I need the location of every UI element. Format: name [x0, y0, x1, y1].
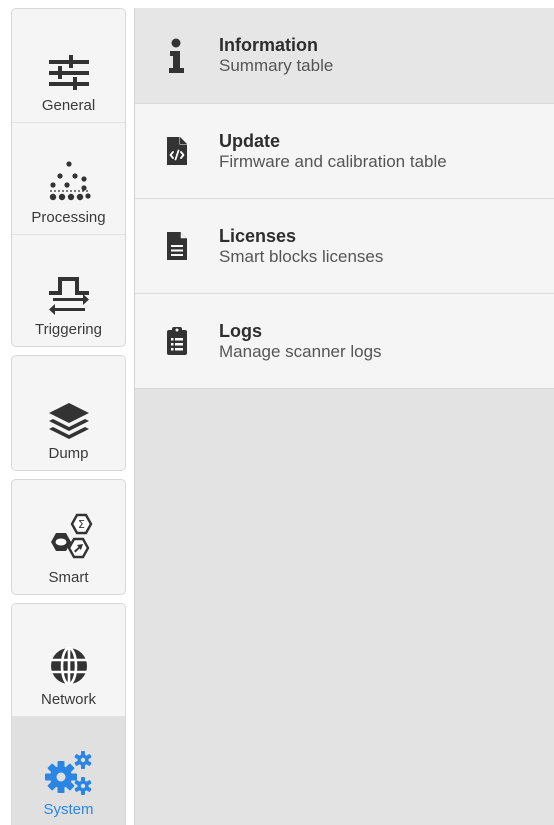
list-item-title: Logs	[219, 320, 262, 341]
system-panel: Information Summary table Update Firmwar…	[134, 8, 554, 825]
sliders-icon	[47, 53, 91, 93]
list-item-licenses[interactable]: Licenses Smart blocks licenses	[135, 198, 554, 293]
list-item-title: Update	[219, 130, 281, 151]
svg-text:Σ: Σ	[78, 518, 85, 531]
gears-icon	[43, 749, 95, 797]
list-item-update[interactable]: Update Firmware and calibration table	[135, 103, 554, 198]
sidebar-item-label: Smart	[48, 569, 89, 586]
sidebar-item-label: Triggering	[35, 321, 102, 338]
clipboard-list-icon	[135, 326, 219, 356]
sidebar-item-label: System	[43, 801, 94, 818]
list-item-subtitle: Smart blocks licenses	[219, 246, 384, 266]
list-item-title: Licenses	[219, 225, 297, 246]
list-item-subtitle: Manage scanner logs	[219, 341, 382, 361]
sidebar-group-acquisition: General Processing Triggering	[11, 8, 126, 347]
sidebar-group-device: Network System	[11, 603, 126, 825]
sidebar: General Processing Triggering Dump Σ Sma…	[11, 8, 126, 825]
list-item-title: Information	[219, 35, 318, 55]
list-item-information[interactable]: Information Summary table	[135, 8, 554, 103]
sidebar-item-label: Dump	[48, 445, 89, 462]
sidebar-item-smart[interactable]: Σ Smart	[12, 480, 125, 594]
pulse-icon	[47, 273, 91, 317]
app-window: General Processing Triggering Dump Σ Sma…	[0, 0, 554, 825]
sidebar-item-general[interactable]: General	[12, 9, 125, 122]
sidebar-item-label: Network	[40, 691, 96, 708]
info-icon	[135, 37, 219, 75]
sidebar-item-label: General	[41, 97, 96, 114]
smart-hex-icon: Σ	[41, 511, 97, 565]
globe-icon	[48, 645, 90, 687]
list-item-subtitle: Summary table	[219, 56, 334, 75]
dots-icon	[47, 159, 91, 205]
sidebar-item-network[interactable]: Network	[12, 604, 125, 716]
code-file-icon	[135, 136, 219, 166]
sidebar-item-processing[interactable]: Processing	[12, 122, 125, 234]
sidebar-item-triggering[interactable]: Triggering	[12, 234, 125, 346]
system-menu-list: Information Summary table Update Firmwar…	[135, 8, 554, 389]
list-item-subtitle: Firmware and calibration table	[219, 151, 447, 171]
sidebar-group-dump: Dump	[11, 355, 126, 471]
sidebar-item-system[interactable]: System	[12, 716, 125, 825]
list-item-logs[interactable]: Logs Manage scanner logs	[135, 293, 554, 388]
sidebar-group-smart: Σ Smart	[11, 479, 126, 595]
layers-icon	[47, 401, 91, 441]
sidebar-item-dump[interactable]: Dump	[12, 356, 125, 470]
document-icon	[135, 231, 219, 261]
sidebar-item-label: Processing	[31, 209, 106, 226]
